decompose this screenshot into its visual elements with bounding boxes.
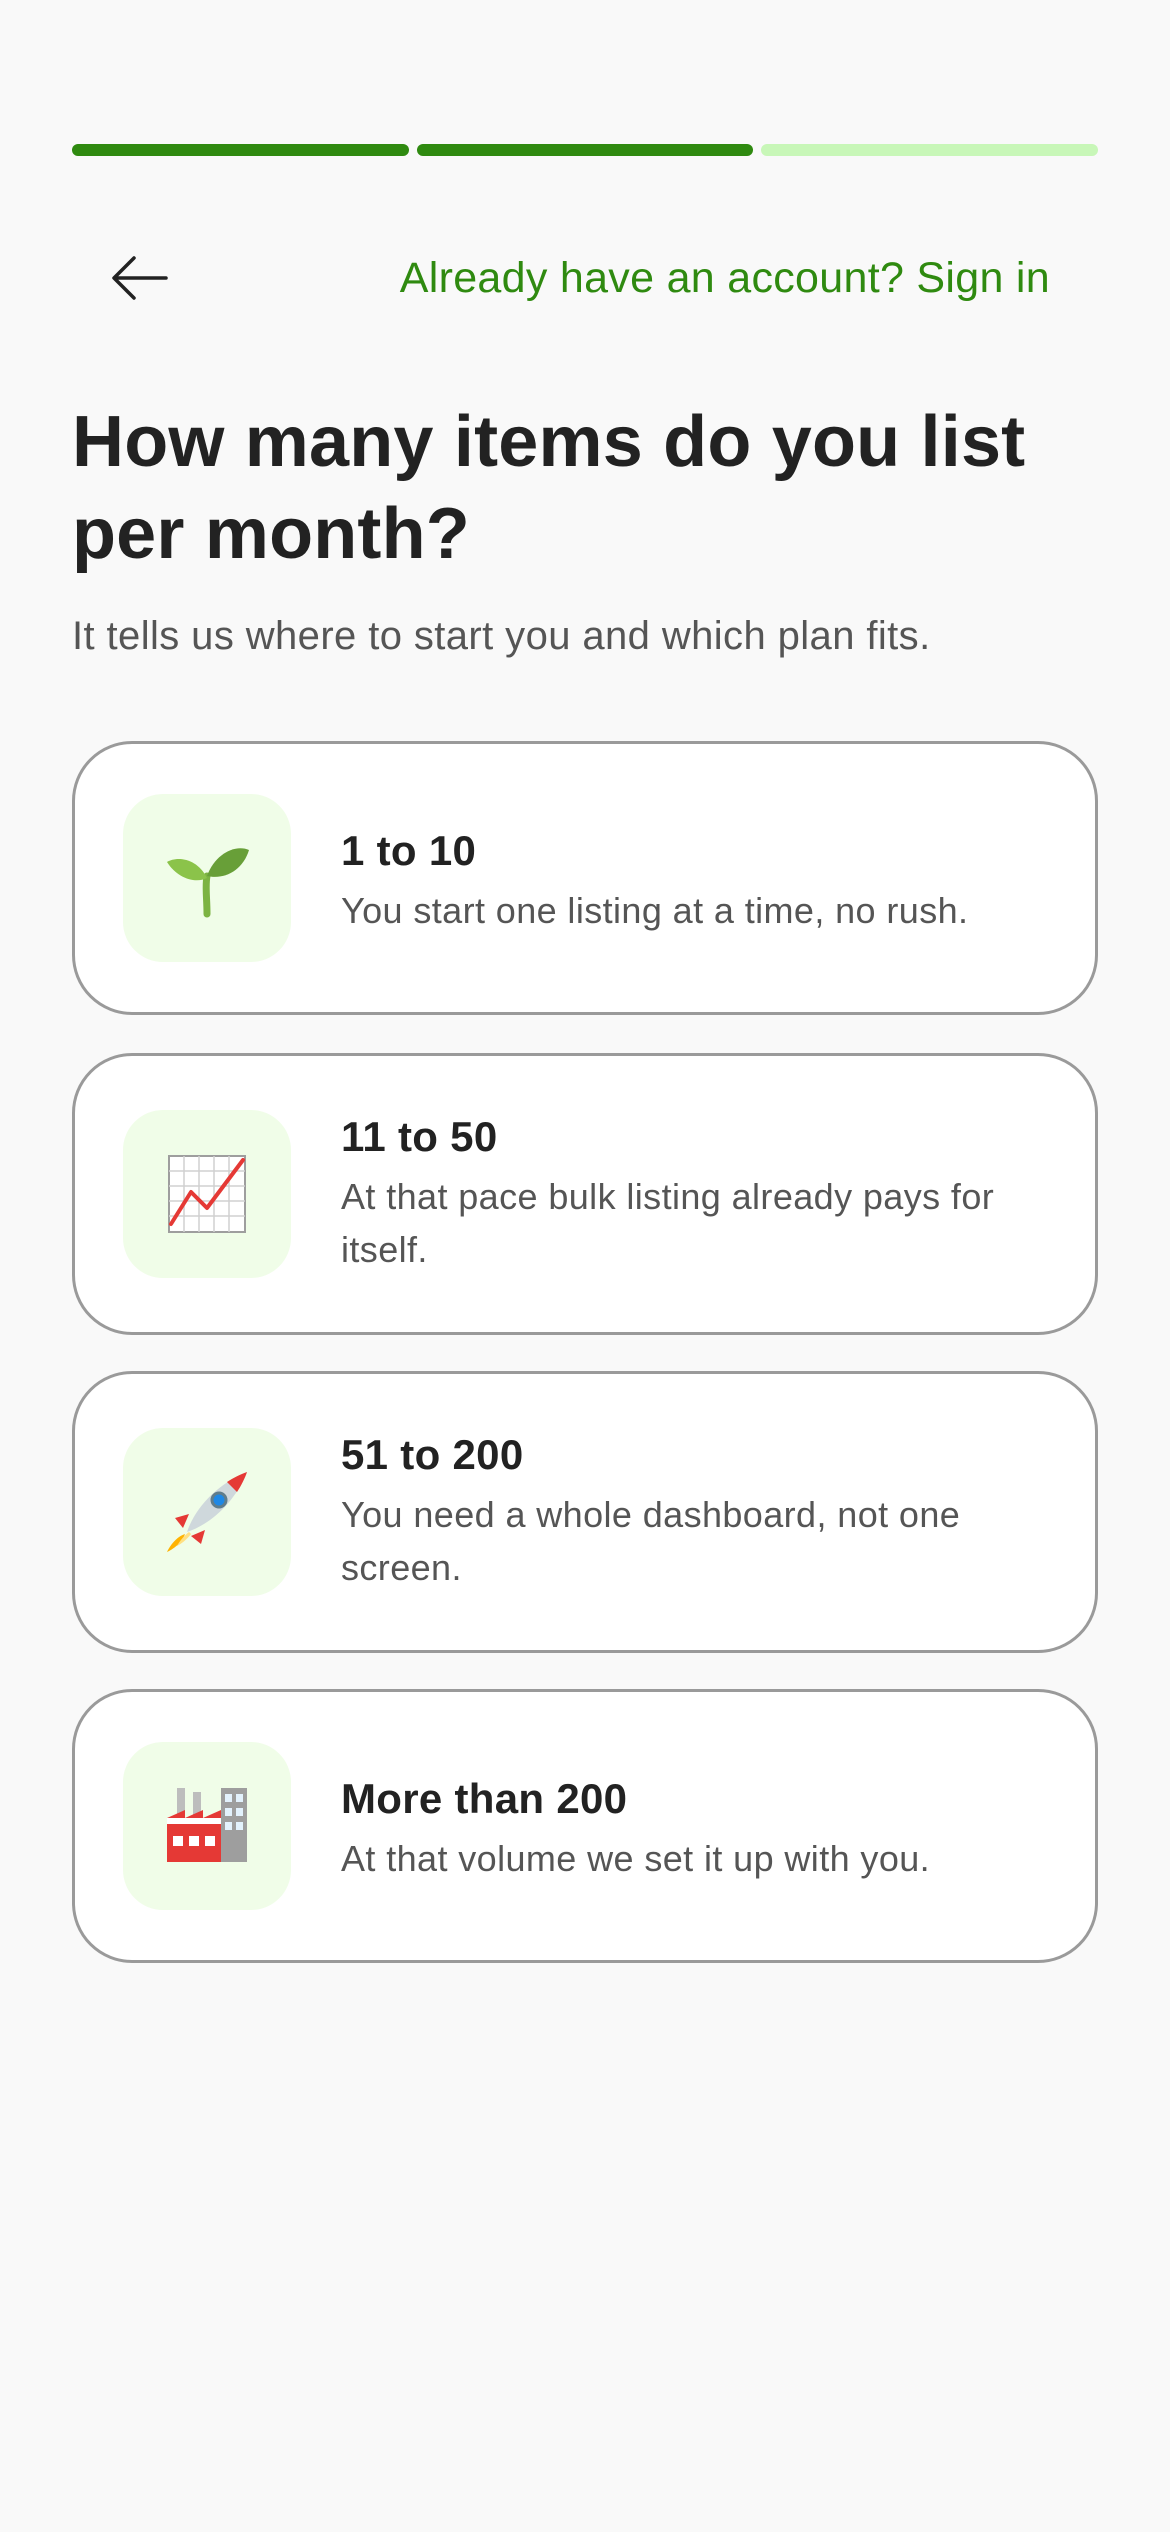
option-more-than-200[interactable]: More than 200 At that volume we set it u… [72,1689,1098,1963]
page-subtitle: It tells us where to start you and which… [72,614,931,658]
progress-step-3 [761,144,1099,156]
option-text: 1 to 10 You start one listing at a time,… [341,824,1035,937]
rocket-icon [167,1472,247,1552]
option-11-to-50[interactable]: 11 to 50 At that pace bulk listing alrea… [72,1053,1098,1335]
option-description: You start one listing at a time, no rush… [341,890,969,931]
factory-icon [167,1788,247,1862]
chart-increasing-icon [168,1155,246,1233]
option-51-to-200[interactable]: 51 to 200 You need a whole dashboard, no… [72,1371,1098,1653]
option-description: At that pace bulk listing already pays f… [341,1176,995,1270]
progress-bar [72,144,1099,156]
arrow-left-icon [112,256,168,300]
progress-step-2 [416,144,754,156]
option-title: 1 to 10 [341,827,477,874]
top-bar: Already have an account? Sign in [72,222,1098,342]
option-title: 11 to 50 [341,1113,498,1160]
option-title: 51 to 200 [341,1431,524,1478]
option-text: 11 to 50 At that pace bulk listing alrea… [341,1110,1035,1276]
option-text: 51 to 200 You need a whole dashboard, no… [341,1428,1035,1594]
option-1-to-10[interactable]: 1 to 10 You start one listing at a time,… [72,741,1098,1015]
option-icon-tile [123,1110,291,1278]
option-icon-tile [123,1742,291,1910]
option-icon-tile [123,794,291,962]
progress-step-1 [72,144,409,156]
page-title: How many items do you list per month? [72,402,1026,574]
option-icon-tile [123,1428,291,1596]
sign-in-link[interactable]: Already have an account? Sign in [400,254,1050,303]
option-description: At that volume we set it up with you. [341,1838,931,1879]
option-description: You need a whole dashboard, not one scre… [341,1494,961,1588]
seedling-icon [167,848,249,918]
option-text: More than 200 At that volume we set it u… [341,1772,1035,1885]
back-button[interactable] [100,238,180,318]
option-title: More than 200 [341,1775,628,1822]
